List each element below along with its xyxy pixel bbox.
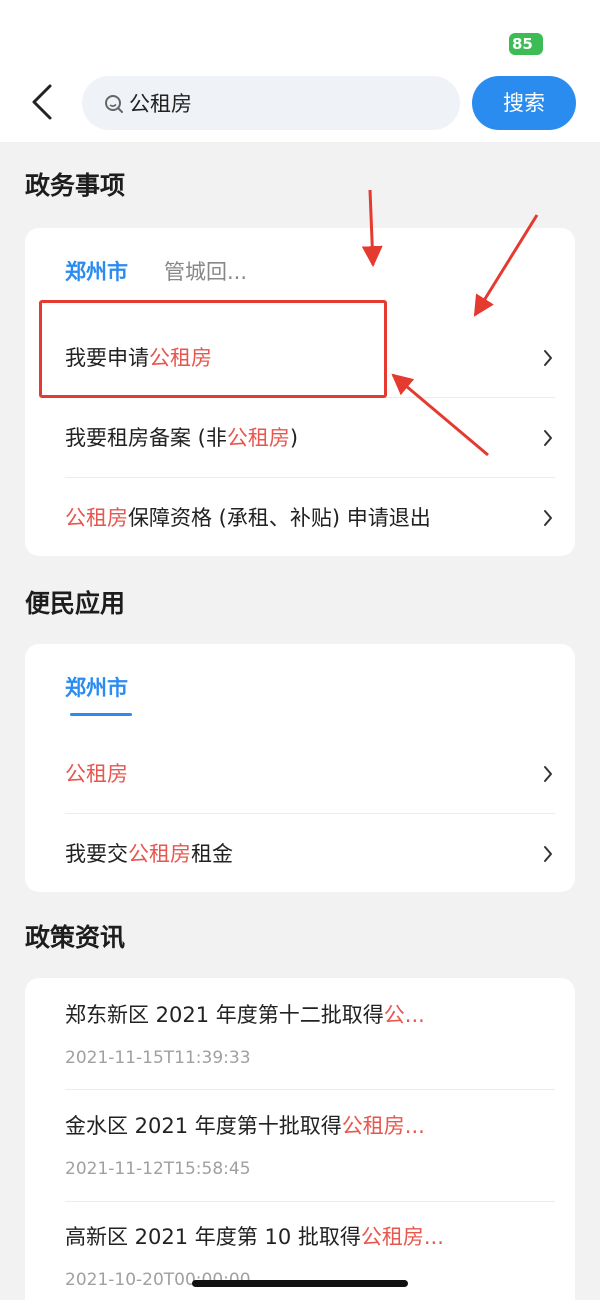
news-date: 2021-11-15T11:39:33 <box>65 1048 251 1068</box>
tab-guancheng[interactable]: 管城回... <box>164 256 247 296</box>
news-item[interactable]: 郑东新区 2021 年度第十二批取得公... 2021-11-15T11:39:… <box>65 998 555 1068</box>
row-label: 公租房 <box>65 762 128 786</box>
row-label: 我要租房备案 (非公租房) <box>65 426 299 450</box>
apps-tabs: 郑州市 <box>65 672 164 712</box>
annotation-highlight-box <box>39 300 387 398</box>
back-button[interactable] <box>22 80 62 124</box>
gov-row-filing[interactable]: 我要租房备案 (非公租房) <box>65 398 555 478</box>
apps-row-rent[interactable]: 我要交公租房租金 <box>65 814 555 894</box>
search-header: 搜索 <box>0 64 600 142</box>
tab-zhengzhou[interactable]: 郑州市 <box>65 672 128 712</box>
chevron-right-icon <box>544 430 552 446</box>
news-title: 高新区 2021 年度第 10 批取得公租房... <box>65 1225 444 1249</box>
divider <box>65 1089 555 1090</box>
row-label: 我要交公租房租金 <box>65 842 233 866</box>
apps-row-gongzufang[interactable]: 公租房 <box>65 734 555 814</box>
tab-underline <box>70 713 132 716</box>
search-box[interactable] <box>82 76 460 130</box>
gov-row-exit[interactable]: 公租房保障资格 (承租、补贴) 申请退出 <box>65 478 555 558</box>
news-title: 金水区 2021 年度第十批取得公租房... <box>65 1114 425 1138</box>
chevron-right-icon <box>544 766 552 782</box>
news-date: 2021-11-12T15:58:45 <box>65 1159 251 1179</box>
home-indicator <box>192 1280 408 1287</box>
gov-tabs: 郑州市 管城回... <box>65 256 283 296</box>
section-title-gov: 政务事项 <box>25 171 126 200</box>
row-label: 公租房保障资格 (承租、补贴) 申请退出 <box>65 506 431 530</box>
tab-zhengzhou[interactable]: 郑州市 <box>65 256 128 296</box>
battery-indicator: 85 <box>509 33 543 55</box>
news-item[interactable]: 金水区 2021 年度第十批取得公租房... 2021-11-12T15:58:… <box>65 1109 555 1179</box>
chevron-right-icon <box>544 510 552 526</box>
divider <box>65 1201 555 1202</box>
apps-card: 郑州市 公租房 我要交公租房租金 <box>25 644 575 892</box>
search-input[interactable] <box>129 87 429 119</box>
news-card: 郑东新区 2021 年度第十二批取得公... 2021-11-15T11:39:… <box>25 978 575 1300</box>
news-title: 郑东新区 2021 年度第十二批取得公... <box>65 1003 425 1027</box>
search-icon <box>105 95 123 113</box>
chevron-right-icon <box>544 350 552 366</box>
section-title-news: 政策资讯 <box>25 923 126 952</box>
section-title-apps: 便民应用 <box>25 589 126 618</box>
search-button[interactable]: 搜索 <box>472 76 576 130</box>
status-bar: 85 <box>0 0 600 64</box>
chevron-right-icon <box>544 846 552 862</box>
chevron-left-icon <box>32 84 52 120</box>
